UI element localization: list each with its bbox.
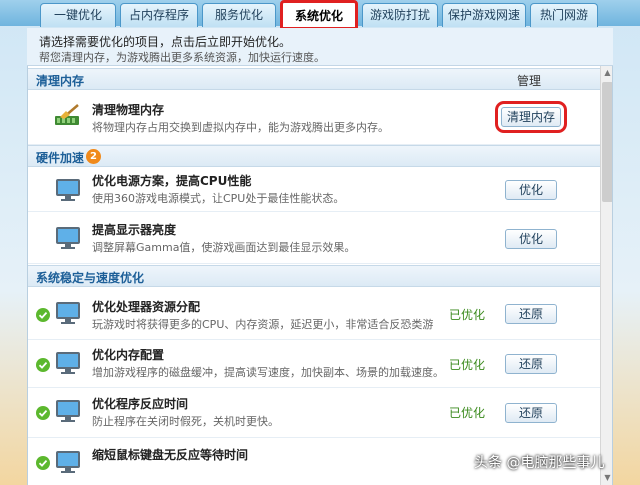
tab-hot-games[interactable]: 热门网游: [530, 3, 598, 27]
status-optimized: 已优化: [449, 358, 486, 372]
list-item-memory-config: 优化内存配置 增加游戏程序的磁盘缓冲，提高读写速度，加快副本、场景的加载速度。 …: [28, 340, 600, 388]
section-title: 硬件加速: [36, 151, 85, 165]
item-name: 缩短鼠标键盘无反应等待时间: [92, 448, 249, 462]
monitor-icon: [56, 302, 80, 324]
scroll-thumb[interactable]: [602, 82, 612, 202]
optimize-brightness-button[interactable]: 优化: [505, 229, 557, 249]
tab-one-click-optimize[interactable]: 一键优化: [40, 3, 116, 27]
broom-icon: [55, 104, 79, 125]
tab-bar: 一键优化 占内存程序 服务优化 系统优化 游戏防打扰 保护游戏网速 热门网游: [0, 0, 640, 30]
monitor-icon: [56, 352, 80, 374]
monitor-icon: [56, 451, 80, 473]
manage-column-label: 管理: [517, 74, 542, 88]
item-name: 优化内存配置: [92, 348, 165, 362]
scroll-up-arrow-icon[interactable]: ▲: [601, 66, 612, 80]
item-name: 优化电源方案，提高CPU性能: [92, 174, 252, 188]
check-icon: [36, 406, 50, 420]
item-name: 提高显示器亮度: [92, 223, 177, 237]
restore-response-button[interactable]: 还原: [505, 403, 557, 423]
item-name: 优化处理器资源分配: [92, 300, 201, 314]
monitor-icon: [56, 179, 80, 201]
restore-memory-button[interactable]: 还原: [505, 354, 557, 374]
item-description: 防止程序在关闭时假死，关机时更快。: [92, 415, 279, 428]
list-item-display-brightness: 提高显示器亮度 调整屏幕Gamma值，使游戏画面达到最佳显示效果。 优化: [28, 212, 600, 264]
monitor-icon: [56, 400, 80, 422]
list-item-clean-physical-memory: 清理物理内存 将物理内存占用交换到虚拟内存中，能为游戏腾出更多内存。 清理内存: [28, 91, 600, 145]
status-optimized: 已优化: [449, 308, 486, 322]
item-description: 玩游戏时将获得更多的CPU、内存资源，延迟更小，非常适合反恐类游: [92, 318, 434, 331]
check-icon: [36, 358, 50, 372]
list-item-response-time: 优化程序反应时间 防止程序在关闭时假死，关机时更快。 已优化 还原: [28, 388, 600, 438]
restore-cpu-button[interactable]: 还原: [505, 304, 557, 324]
check-icon: [36, 456, 50, 470]
section-header-hardware-acceleration: 硬件加速 2: [28, 145, 600, 167]
tab-protect-network[interactable]: 保护游戏网速: [442, 3, 526, 27]
item-description: 使用360游戏电源模式，让CPU处于最佳性能状态。: [92, 192, 345, 205]
check-icon: [36, 308, 50, 322]
instruction-line-2: 帮您清理内存，为游戏腾出更多系统资源，加快运行速度。: [39, 51, 325, 64]
section-header-system-stability: 系统稳定与速度优化: [28, 265, 600, 287]
section-title: 系统稳定与速度优化: [36, 271, 145, 285]
watermark: 头条 @电脑那些事儿: [474, 455, 605, 471]
list-item-cpu-allocation: 优化处理器资源分配 玩游戏时将获得更多的CPU、内存资源，延迟更小，非常适合反恐…: [28, 288, 600, 340]
clean-memory-button[interactable]: 清理内存: [495, 101, 567, 133]
section-header-clean-memory: 清理内存 管理: [28, 68, 600, 90]
tab-game-no-disturb[interactable]: 游戏防打扰: [362, 3, 438, 27]
tab-memory-programs[interactable]: 占内存程序: [120, 3, 198, 27]
instruction-banner: 请选择需要优化的项目，点击后立即开始优化。 帮您清理内存，为游戏腾出更多系统资源…: [27, 28, 613, 66]
item-description: 增加游戏程序的磁盘缓冲，提高读写速度，加快副本、场景的加载速度。: [92, 366, 444, 379]
item-name: 优化程序反应时间: [92, 397, 189, 411]
item-name: 清理物理内存: [92, 103, 165, 117]
status-optimized: 已优化: [449, 406, 486, 420]
count-badge: 2: [86, 149, 101, 164]
item-description: 将物理内存占用交换到虚拟内存中，能为游戏腾出更多内存。: [92, 121, 389, 134]
monitor-icon: [56, 227, 80, 249]
section-title: 清理内存: [36, 74, 85, 88]
vertical-scrollbar[interactable]: ▲ ▼: [600, 66, 612, 485]
list-item-power-plan: 优化电源方案，提高CPU性能 使用360游戏电源模式，让CPU处于最佳性能状态。…: [28, 168, 600, 212]
tab-system-optimize[interactable]: 系统优化: [280, 0, 358, 30]
tab-service-optimize[interactable]: 服务优化: [202, 3, 276, 27]
optimization-list: 清理内存 管理 清理物理内存 将物理内存占用交换到虚拟内存中，能为游戏腾出更多内…: [27, 66, 613, 485]
item-description: 调整屏幕Gamma值，使游戏画面达到最佳显示效果。: [92, 241, 356, 254]
optimize-power-button[interactable]: 优化: [505, 180, 557, 200]
scroll-down-arrow-icon[interactable]: ▼: [601, 471, 612, 485]
instruction-line-1: 请选择需要优化的项目，点击后立即开始优化。: [39, 35, 292, 49]
